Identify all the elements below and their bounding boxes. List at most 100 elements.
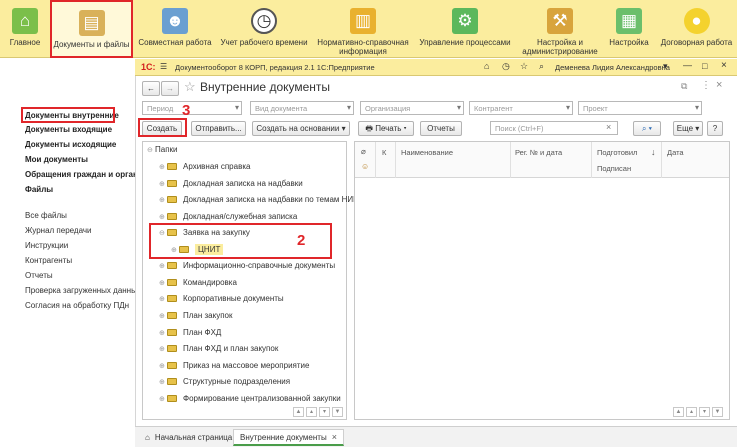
scroll-down-icon[interactable]: ▾: [319, 407, 330, 417]
more-icon[interactable]: ⋮: [701, 80, 711, 91]
section-settings[interactable]: ▦ Настройка: [604, 0, 654, 58]
folder-fhd-purchase-plan[interactable]: ⊕ План ФХД и план закупок: [159, 344, 278, 353]
more-button[interactable]: Еще ▾: [673, 121, 703, 136]
menu-icon[interactable]: ☰: [160, 62, 167, 71]
column-signed[interactable]: Подписан: [597, 164, 631, 173]
expand-icon[interactable]: ⊕: [159, 362, 167, 370]
reports-button[interactable]: Отчеты: [420, 121, 462, 136]
folder-purchase-plan[interactable]: ⊕ План закупок: [159, 311, 233, 320]
nav-all-files[interactable]: Все файлы: [25, 211, 67, 220]
link-icon[interactable]: ⧉: [681, 81, 687, 92]
folder-archive[interactable]: ⊕ Архивная справка: [159, 162, 250, 171]
maximize-icon[interactable]: □: [702, 61, 707, 71]
folder-corporate[interactable]: ⊕ Корпоративные документы: [159, 294, 284, 303]
section-time-tracking[interactable]: ◷ Учет рабочего времени: [218, 0, 310, 58]
minimize-icon[interactable]: —: [683, 60, 692, 70]
nav-citizen-requests[interactable]: Обращения граждан и органи...: [25, 170, 149, 179]
clock-icon: ◷: [251, 8, 277, 34]
expand-icon[interactable]: ⊕: [159, 395, 167, 403]
tab-close-icon[interactable]: ×: [332, 432, 337, 442]
expand-icon[interactable]: ⊕: [159, 262, 167, 270]
dropdown-icon[interactable]: ▾: [663, 61, 668, 72]
expand-icon[interactable]: ⊕: [159, 312, 167, 320]
nav-files[interactable]: Файлы: [25, 185, 53, 194]
form-close-icon[interactable]: ×: [716, 79, 722, 91]
folder-info-docs[interactable]: ⊕ Информационно-справочные документы: [159, 261, 335, 270]
close-icon[interactable]: ×: [721, 60, 727, 71]
scroll-top-icon[interactable]: ▲: [673, 407, 684, 417]
section-label: Договорная работа: [660, 38, 733, 47]
back-button[interactable]: ←: [142, 81, 160, 96]
expand-icon[interactable]: ⊕: [159, 378, 167, 386]
expand-icon[interactable]: ⊕: [159, 329, 167, 337]
sort-down-icon[interactable]: ↓: [651, 147, 656, 157]
scroll-top-icon[interactable]: ▲: [293, 407, 304, 417]
expand-icon[interactable]: ⊕: [159, 213, 167, 221]
doc-type-filter[interactable]: Вид документа: [250, 101, 354, 115]
nav-my-documents[interactable]: Мои документы: [25, 155, 88, 164]
nav-counterparties[interactable]: Контрагенты: [25, 256, 72, 265]
scroll-up-icon[interactable]: ▴: [686, 407, 697, 417]
print-button[interactable]: 🖶 Печать ▾: [358, 121, 414, 136]
scroll-down-icon[interactable]: ▾: [699, 407, 710, 417]
folder-departments[interactable]: ⊕ Структурные подразделения: [159, 377, 290, 386]
nav-instructions[interactable]: Инструкции: [25, 241, 68, 250]
folder-fhd-plan[interactable]: ⊕ План ФХД: [159, 328, 221, 337]
tree-root[interactable]: ⊖ Папки: [147, 145, 178, 154]
tab-internal-documents[interactable]: Внутренние документы ×: [233, 429, 344, 446]
expand-icon[interactable]: ⊕: [159, 345, 167, 353]
expand-icon[interactable]: ⊕: [159, 163, 167, 171]
scroll-bottom-icon[interactable]: ▼: [332, 407, 343, 417]
search-icon[interactable]: ⌕: [539, 61, 544, 72]
user-name[interactable]: Деменева Лидия Александровна: [555, 63, 670, 72]
section-administration[interactable]: ⚒ Настройка и администрирование: [516, 0, 604, 58]
tab-home[interactable]: ⌂ Начальная страница: [139, 430, 238, 445]
column-prepared[interactable]: Подготовил: [597, 148, 637, 157]
home-icon[interactable]: ⌂: [484, 61, 489, 71]
star-icon[interactable]: ☆: [184, 79, 196, 95]
section-main[interactable]: ⌂ Главное: [0, 0, 50, 58]
section-reference[interactable]: ▥ Нормативно-справочная информация: [312, 0, 414, 58]
scroll-up-icon[interactable]: ▴: [306, 407, 317, 417]
nav-data-check[interactable]: Проверка загруженных данных: [25, 286, 141, 295]
folder-mass-event-order[interactable]: ⊕ Приказ на массовое мероприятие: [159, 361, 309, 370]
folder-business-trip[interactable]: ⊕ Командировка: [159, 278, 237, 287]
scroll-bottom-icon[interactable]: ▼: [712, 407, 723, 417]
clear-search-icon[interactable]: ×: [606, 122, 611, 132]
send-button[interactable]: Отправить...: [191, 121, 246, 136]
project-filter[interactable]: Проект: [578, 101, 702, 115]
help-button[interactable]: ?: [707, 121, 723, 136]
favorites-icon[interactable]: ☆: [520, 61, 528, 72]
create-based-button[interactable]: Создать на основании ▾: [252, 121, 350, 136]
forward-button[interactable]: →: [161, 81, 179, 96]
expand-icon[interactable]: ⊕: [159, 180, 167, 188]
expand-icon[interactable]: ⊕: [159, 196, 167, 204]
column-k[interactable]: К: [382, 148, 386, 157]
section-collaboration[interactable]: ☻ Совместная работа: [136, 0, 214, 58]
folder-label: Структурные подразделения: [183, 377, 291, 386]
column-name[interactable]: Наименование: [401, 148, 453, 157]
organization-filter[interactable]: Организация: [360, 101, 464, 115]
nav-reports[interactable]: Отчеты: [25, 271, 53, 280]
period-filter[interactable]: Период: [142, 101, 242, 115]
folder-centralized-purchase[interactable]: ⊕ Формирование централизованной закупки: [159, 394, 341, 403]
column-date[interactable]: Дата: [667, 148, 684, 157]
counterparty-filter[interactable]: Контрагент: [469, 101, 573, 115]
section-contracts[interactable]: ● Договорная работа: [656, 0, 737, 58]
column-reg-number[interactable]: Рег. № и дата: [515, 148, 562, 157]
folder-memo-bonus[interactable]: ⊕ Докладная записка на надбавки: [159, 179, 303, 188]
expand-icon[interactable]: ⊕: [159, 279, 167, 287]
nav-pd-consents[interactable]: Согласия на обработку ПДн: [25, 301, 129, 310]
section-processes[interactable]: ⚙ Управление процессами: [416, 0, 514, 58]
nav-incoming-documents[interactable]: Документы входящие: [25, 125, 112, 134]
history-icon[interactable]: ◷: [502, 61, 510, 72]
folder-service-memo[interactable]: ⊕ Докладная/служебная записка: [159, 212, 297, 221]
collapse-icon[interactable]: ⊖: [147, 146, 155, 154]
search-button[interactable]: ⌕ ▾: [633, 121, 661, 136]
expand-icon[interactable]: ⊕: [159, 295, 167, 303]
folder-memo-bonus-research[interactable]: ⊕ Докладная записка на надбавки по темам …: [159, 195, 359, 204]
nav-transfer-log[interactable]: Журнал передачи: [25, 226, 92, 235]
nav-outgoing-documents[interactable]: Документы исходящие: [25, 140, 116, 149]
search-input[interactable]: Поиск (Ctrl+F): [490, 121, 618, 135]
section-documents[interactable]: ▤ Документы и файлы: [50, 0, 133, 58]
